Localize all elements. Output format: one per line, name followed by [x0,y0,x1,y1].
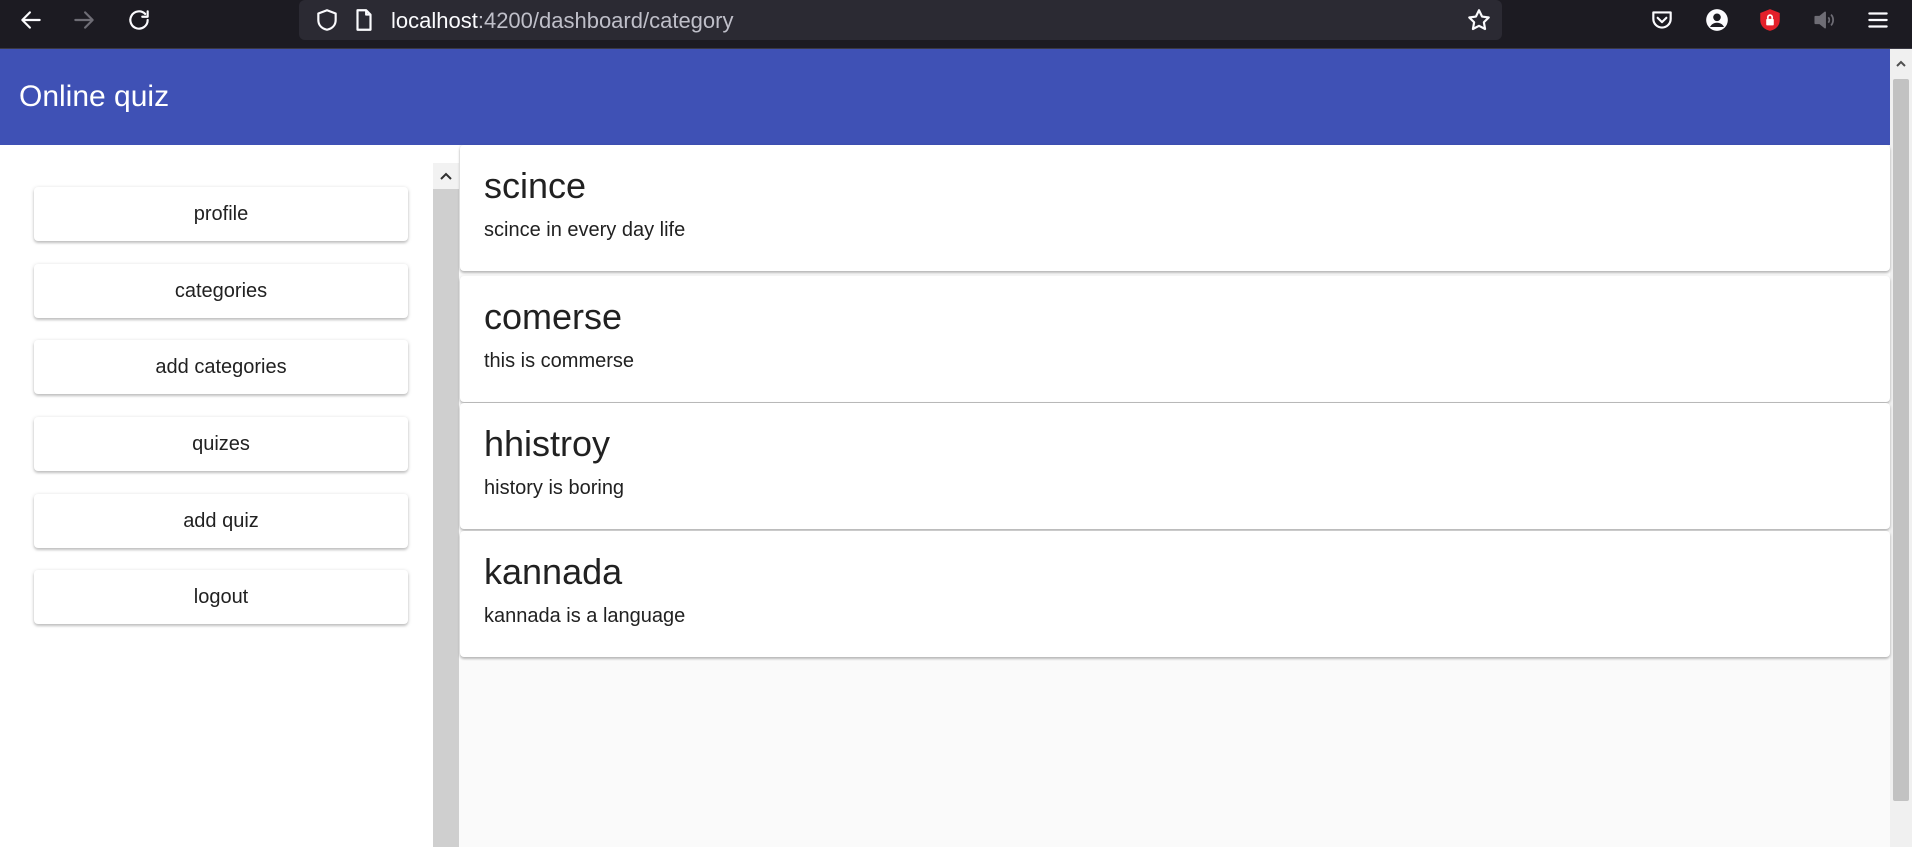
category-description: scince in every day life [484,219,686,241]
category-title: kannada [484,551,623,592]
sidebar-item-quizes[interactable]: quizes [34,417,408,471]
sidebar-item-profile[interactable]: profile [34,187,408,241]
speaker-icon [1814,11,1834,29]
lock-shield-icon [1760,9,1780,31]
back-button[interactable] [9,0,53,40]
category-title: hhistroy [484,423,611,464]
sidebar-item-add-categories[interactable]: add categories [34,340,408,394]
category-list: scince scince in every day life comerse … [459,145,1890,847]
url-host: localhost [391,8,478,33]
menu-button[interactable] [1856,0,1900,40]
url-path: :4200/dashboard/category [477,8,734,33]
sidebar-item-logout[interactable]: logout [34,570,408,624]
sidebar-item-add-quiz[interactable]: add quiz [34,494,408,548]
sidebar: profile categories add categories quizes… [0,145,433,847]
extension-button[interactable] [1748,0,1792,40]
site-info-button[interactable] [349,0,379,40]
category-description: this is commerse [484,350,635,372]
chevron-up-icon [440,172,452,180]
star-icon [1468,9,1490,31]
category-card[interactable]: comerse this is commerse [460,276,1890,402]
arrow-left-icon [21,11,41,29]
app-header: Online quiz [0,49,1890,145]
address-bar[interactable]: localhost:4200/dashboard/category [299,0,1502,40]
category-card[interactable]: scince scince in every day life [460,145,1890,271]
page-icon [356,9,372,31]
app-title: Online quiz [19,80,170,113]
hamburger-menu-icon [1868,12,1888,28]
shield-icon [317,9,337,31]
category-card[interactable]: kannada kannada is a language [460,531,1890,657]
reload-button[interactable] [117,0,161,40]
sidebar-item-categories[interactable]: categories [34,264,408,318]
content-scrollbar[interactable] [433,163,459,847]
reload-icon [129,10,149,30]
account-icon [1706,9,1728,31]
page-scrollbar[interactable] [1890,49,1912,847]
category-description: history is boring [484,477,625,499]
scroll-up-button[interactable] [433,163,459,189]
category-title: scince [484,165,587,206]
url-text[interactable]: localhost:4200/dashboard/category [391,8,733,34]
audio-button[interactable] [1802,0,1846,40]
bookmark-button[interactable] [1457,0,1501,40]
forward-button[interactable] [62,0,106,40]
account-button[interactable] [1695,0,1739,40]
tracking-protection-button[interactable] [305,0,349,40]
arrow-right-icon [74,11,94,29]
chevron-up-icon[interactable] [1894,57,1908,71]
category-title: comerse [484,296,623,337]
category-description: kannada is a language [484,605,686,627]
scrollbar-thumb[interactable] [1893,79,1909,801]
category-card[interactable]: hhistroy history is boring [460,403,1890,529]
pocket-icon [1652,11,1672,29]
browser-toolbar: localhost:4200/dashboard/category [0,0,1912,49]
pocket-button[interactable] [1640,0,1684,40]
